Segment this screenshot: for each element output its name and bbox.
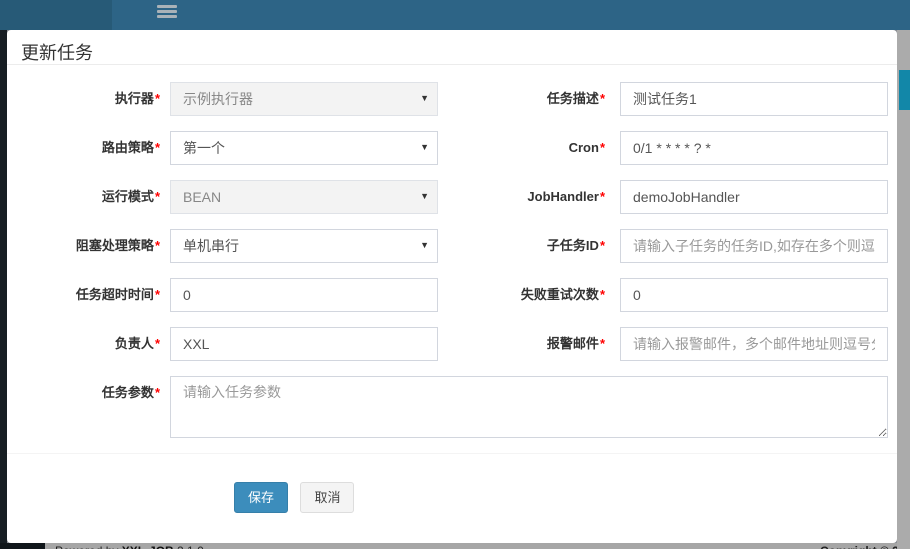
child-jobid-label: 子任务ID*: [438, 229, 620, 263]
required-mark: *: [600, 140, 605, 155]
job-param-label: 任务参数*: [20, 376, 170, 410]
required-mark: *: [155, 238, 160, 253]
scrollbar-thumb[interactable]: [899, 70, 910, 110]
powered-by-text: Powered by XXL-JOB 2.1.0: [55, 544, 204, 549]
navbar-logo-area: [0, 0, 112, 30]
form-row: 负责人* 报警邮件*: [20, 327, 897, 361]
required-mark: *: [600, 336, 605, 351]
copyright-text: Copyright © 2: [820, 544, 897, 549]
glue-type-label: 运行模式*: [20, 180, 170, 214]
block-strategy-select[interactable]: 单机串行: [170, 229, 438, 263]
required-mark: *: [155, 287, 160, 302]
block-strategy-label: 阻塞处理策略*: [20, 229, 170, 263]
update-job-form: 执行器* 示例执行器 ▼ 任务描述* 路由策略* 第一个 ▼ Cron*: [7, 65, 897, 438]
screen: 更新任务 执行器* 示例执行器 ▼ 任务描述* 路由策略* 第一个: [0, 0, 910, 549]
modal-header: 更新任务: [7, 30, 897, 65]
modal-footer: 保存 取消: [7, 453, 897, 513]
cancel-button[interactable]: 取消: [300, 482, 354, 513]
job-param-textarea[interactable]: [170, 376, 888, 438]
modal-title: 更新任务: [21, 43, 93, 63]
page-footer: Powered by XXL-JOB 2.1.0 Copyright © 2: [7, 543, 897, 549]
brand-text: XXL-JOB: [122, 544, 174, 549]
required-mark: *: [155, 336, 160, 351]
route-strategy-select[interactable]: 第一个: [170, 131, 438, 165]
required-mark: *: [155, 140, 160, 155]
alarm-email-label: 报警邮件*: [438, 327, 620, 361]
executor-select[interactable]: 示例执行器: [170, 82, 438, 116]
child-jobid-input[interactable]: [620, 229, 888, 263]
save-button[interactable]: 保存: [234, 482, 288, 513]
required-mark: *: [600, 189, 605, 204]
job-desc-input[interactable]: [620, 82, 888, 116]
route-strategy-label: 路由策略*: [20, 131, 170, 165]
form-row: 运行模式* BEAN ▼ JobHandler*: [20, 180, 897, 214]
alarm-email-input[interactable]: [620, 327, 888, 361]
form-row: 任务参数*: [20, 376, 897, 438]
required-mark: *: [155, 385, 160, 400]
sidebar-edge: [0, 30, 7, 549]
update-job-modal: 更新任务 执行器* 示例执行器 ▼ 任务描述* 路由策略* 第一个: [7, 30, 897, 543]
form-row: 执行器* 示例执行器 ▼ 任务描述*: [20, 82, 897, 116]
jobhandler-input[interactable]: [620, 180, 888, 214]
form-row: 阻塞处理策略* 单机串行 ▼ 子任务ID*: [20, 229, 897, 263]
jobhandler-label: JobHandler*: [438, 180, 620, 214]
sidebar-footer-corner: [0, 543, 45, 549]
timeout-label: 任务超时时间*: [20, 278, 170, 312]
timeout-input[interactable]: [170, 278, 438, 312]
top-navbar: [0, 0, 910, 30]
required-mark: *: [600, 91, 605, 106]
required-mark: *: [600, 287, 605, 302]
vertical-scrollbar[interactable]: [897, 30, 910, 549]
executor-label: 执行器*: [20, 82, 170, 116]
author-label: 负责人*: [20, 327, 170, 361]
fail-retry-input[interactable]: [620, 278, 888, 312]
form-row: 任务超时时间* 失败重试次数*: [20, 278, 897, 312]
sidebar-toggle-hamburger-icon[interactable]: [157, 5, 177, 20]
glue-type-select[interactable]: BEAN: [170, 180, 438, 214]
cron-input[interactable]: [620, 131, 888, 165]
job-desc-label: 任务描述*: [438, 82, 620, 116]
required-mark: *: [155, 189, 160, 204]
fail-retry-label: 失败重试次数*: [438, 278, 620, 312]
required-mark: *: [155, 91, 160, 106]
required-mark: *: [600, 238, 605, 253]
author-input[interactable]: [170, 327, 438, 361]
form-row: 路由策略* 第一个 ▼ Cron*: [20, 131, 897, 165]
cron-label: Cron*: [438, 131, 620, 165]
